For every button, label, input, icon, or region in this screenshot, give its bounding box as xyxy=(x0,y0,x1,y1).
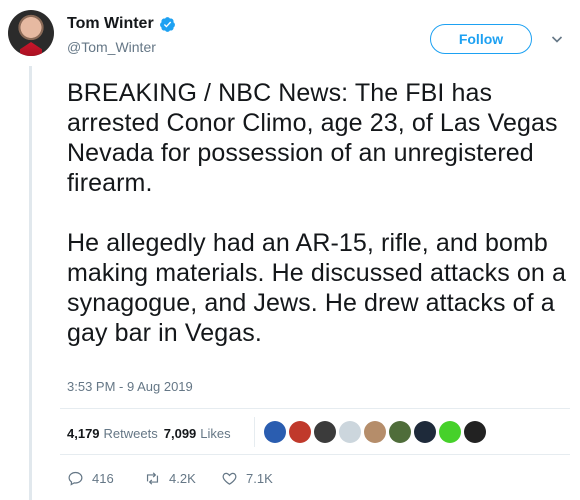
tweet-actions: 416 4.2K 7.1K xyxy=(67,470,298,487)
retweet-icon xyxy=(146,472,159,485)
retweets-label: Retweets xyxy=(103,426,158,441)
divider xyxy=(254,417,255,447)
reply-count: 416 xyxy=(92,471,114,486)
author-handle[interactable]: @Tom_Winter xyxy=(67,39,156,55)
author-display-name[interactable]: Tom Winter xyxy=(67,15,154,33)
retweets-count: 4,179 xyxy=(67,426,100,441)
likes-stat[interactable]: 7,099 Likes xyxy=(164,426,231,441)
heart-icon xyxy=(222,472,237,485)
liker-avatar[interactable] xyxy=(364,421,386,443)
liker-avatar[interactable] xyxy=(264,421,286,443)
tweet-stats: 4,179 Retweets 7,099 Likes xyxy=(67,426,231,441)
liker-avatar[interactable] xyxy=(414,421,436,443)
liker-avatar[interactable] xyxy=(314,421,336,443)
like-button[interactable]: 7.1K xyxy=(221,470,298,487)
tweet-timestamp[interactable]: 3:53 PM - 9 Aug 2019 xyxy=(67,379,193,394)
tweet-text: BREAKING / NBC News: The FBI has arreste… xyxy=(67,79,566,347)
liker-avatar[interactable] xyxy=(389,421,411,443)
verified-badge-icon xyxy=(159,16,175,32)
likes-label: Likes xyxy=(200,426,231,441)
reply-icon xyxy=(68,471,83,486)
chevron-down-icon[interactable] xyxy=(551,33,563,45)
liker-avatar[interactable] xyxy=(339,421,361,443)
likes-count: 7,099 xyxy=(163,426,197,441)
author-name-row[interactable]: Tom Winter xyxy=(67,15,176,33)
reply-button[interactable]: 416 xyxy=(67,470,144,487)
liker-avatar[interactable] xyxy=(289,421,311,443)
like-count: 7.1K xyxy=(246,471,273,486)
follow-button[interactable]: Follow xyxy=(430,24,532,54)
divider xyxy=(60,408,570,409)
retweet-count: 4.2K xyxy=(169,471,196,486)
retweets-stat[interactable]: 4,179 Retweets xyxy=(67,426,158,441)
thread-line xyxy=(29,66,32,500)
liker-avatar[interactable] xyxy=(464,421,486,443)
liked-by-avatars xyxy=(264,421,486,443)
retweet-button[interactable]: 4.2K xyxy=(144,470,221,487)
divider xyxy=(60,454,570,455)
avatar[interactable] xyxy=(8,10,54,56)
liker-avatar[interactable] xyxy=(439,421,461,443)
